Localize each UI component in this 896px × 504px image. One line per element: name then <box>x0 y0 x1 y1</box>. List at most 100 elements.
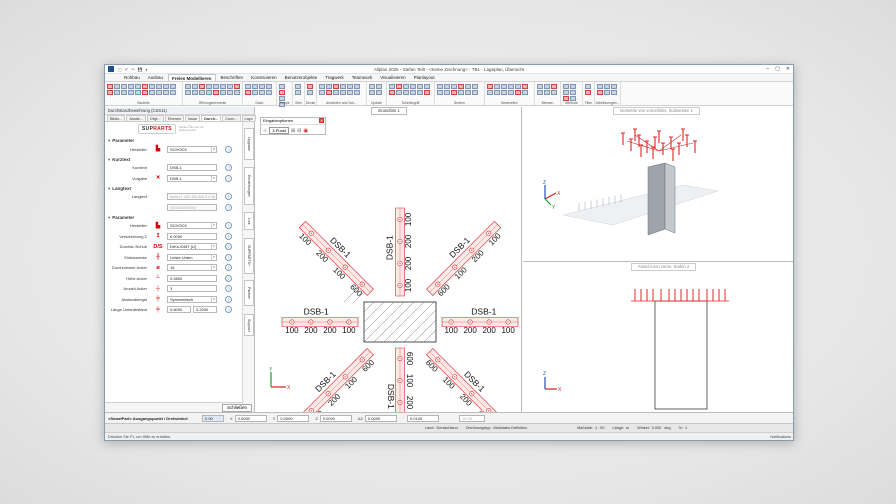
help-icon[interactable]: ? <box>225 193 232 201</box>
parameter-field[interactable]: 3 <box>167 285 217 293</box>
ribbon-tool-icon[interactable] <box>403 90 409 95</box>
collapse-caret-icon[interactable]: ▾ <box>108 215 110 220</box>
pct-value[interactable]: 1 <box>685 426 687 430</box>
ribbon-tool-icon[interactable] <box>156 84 162 89</box>
panel-tab[interactable]: Conn... <box>222 115 241 121</box>
parameter-field[interactable]: 16 ▾ <box>167 264 217 272</box>
parameter-field[interactable]: Bold (+ 100 3/4 8/0.0 0.0) <box>167 193 217 201</box>
dropdown-arrow-icon[interactable]: ▾ <box>211 244 216 250</box>
ribbon-tool-icon[interactable] <box>597 90 603 95</box>
reinforcement-rail[interactable]: 600100200100DSB-1 <box>424 348 501 412</box>
ribbon-tool-icon[interactable] <box>354 84 360 89</box>
close-window-button[interactable]: ✕ <box>786 66 790 72</box>
winkel-value[interactable]: 0.000 <box>652 426 662 430</box>
ribbon-tab[interactable]: Beschriften <box>218 74 247 81</box>
reinforcement-rail[interactable]: 600100200100DSB-1 <box>297 220 374 299</box>
ribbon-tool-icon[interactable] <box>522 84 528 89</box>
parameter-field[interactable]: 0.2800 <box>167 274 217 282</box>
parameter-field[interactable]: DSB-1 ▾ <box>167 174 217 182</box>
ribbon-tool-icon[interactable] <box>266 90 272 95</box>
ribbon-tool-icon[interactable] <box>234 90 240 95</box>
reinforcement-rail[interactable]: 600100200100DSB-1 <box>386 347 414 412</box>
help-icon[interactable]: ? <box>225 222 232 230</box>
maximize-button[interactable]: ▢ <box>775 66 780 72</box>
ribbon-tool-icon[interactable] <box>451 90 457 95</box>
parameter-field[interactable]: (100x200/100) <box>167 203 217 211</box>
ribbon-tool-icon[interactable] <box>259 90 265 95</box>
section-header[interactable]: ▾ Parameter <box>105 213 242 221</box>
ribbon-tool-icon[interactable] <box>163 90 169 95</box>
extra-input[interactable]: 0.0100 <box>406 414 439 422</box>
ribbon-tool-icon[interactable] <box>121 84 127 89</box>
panel-tab[interactable]: Ebenen <box>164 115 185 121</box>
panel-tab[interactable]: Biblio... <box>107 115 126 121</box>
ribbon-tool-icon[interactable] <box>234 84 240 89</box>
ribbon-tool-icon[interactable] <box>585 90 591 95</box>
ribbon-tool-icon[interactable] <box>135 84 141 89</box>
ribbon-tool-icon[interactable] <box>114 90 120 95</box>
minimize-button[interactable]: – <box>766 66 769 72</box>
collapse-caret-icon[interactable]: ▾ <box>108 186 110 191</box>
ribbon-tool-icon[interactable] <box>508 84 514 89</box>
ribbon-tool-icon[interactable] <box>494 90 500 95</box>
help-icon[interactable]: ? <box>225 145 232 153</box>
dropdown-arrow-icon[interactable]: ▾ <box>211 223 216 229</box>
section-header[interactable]: ▾ Langtext <box>105 184 242 192</box>
ribbon-tool-icon[interactable] <box>107 84 113 89</box>
ribbon-tool-icon[interactable] <box>458 90 464 95</box>
ribbon-tab[interactable]: Freies Modellieren <box>168 74 216 81</box>
reinforcement-rail[interactable]: 600100200100DSB-1 <box>299 348 377 412</box>
ribbon-tool-icon[interactable] <box>472 84 478 89</box>
ribbon-tool-icon[interactable] <box>376 84 382 89</box>
ribbon-tool-icon[interactable] <box>206 90 212 95</box>
dropdown-arrow-icon[interactable]: ▾ <box>211 146 216 152</box>
ribbon-tool-icon[interactable] <box>333 84 339 89</box>
ribbon-tool-icon[interactable] <box>227 90 233 95</box>
ribbon-tool-icon[interactable] <box>396 90 402 95</box>
ribbon-tool-icon[interactable] <box>206 84 212 89</box>
parameter-field[interactable]: 0.6000 <box>167 306 191 314</box>
notifications-button[interactable]: Notifications <box>770 433 791 440</box>
ribbon-tool-icon[interactable] <box>376 90 382 95</box>
ribbon-tool-icon[interactable] <box>465 90 471 95</box>
ribbon-tool-icon[interactable] <box>494 84 500 89</box>
plan-viewport[interactable]: Grundriss 1 Eingabeoptionen ✕ ⊹ 3-Punkt … <box>256 107 522 412</box>
ribbon-tool-icon[interactable] <box>451 84 457 89</box>
ribbon-tool-icon[interactable] <box>347 90 353 95</box>
dz-input[interactable]: 0.0000 <box>364 414 397 422</box>
ribbon-tool-icon[interactable] <box>508 90 514 95</box>
ribbon-tool-icon[interactable] <box>410 90 416 95</box>
ribbon-tab[interactable]: Planlayout <box>411 74 438 81</box>
ribbon-tool-icon[interactable] <box>501 84 507 89</box>
ribbon-tool-icon[interactable] <box>354 90 360 95</box>
reinforcement-rail[interactable]: 100 200 200 100 DSB-1 <box>281 306 359 335</box>
zeichnungstyp-value[interactable]: Maßstabs-Definition <box>493 426 527 430</box>
ribbon-tool-icon[interactable] <box>107 90 113 95</box>
ribbon-tool-icon[interactable] <box>245 84 251 89</box>
ribbon-tool-icon[interactable] <box>149 84 155 89</box>
ribbon-tool-icon[interactable] <box>170 84 176 89</box>
ribbon-tool-icon[interactable] <box>135 90 141 95</box>
angle-input[interactable]: 0.00 <box>202 414 224 422</box>
parameter-field[interactable]: Leiste Unten ▾ <box>167 253 217 261</box>
ribbon-tool-icon[interactable] <box>266 84 272 89</box>
side-tab[interactable]: Link <box>244 212 254 230</box>
ribbon-tool-icon[interactable] <box>307 90 313 95</box>
reinforcement-rail[interactable]: 600100200100DSB-1 <box>426 220 504 298</box>
ribbon-tab[interactable]: Benutzerobjekte <box>282 74 321 81</box>
ribbon-tool-icon[interactable] <box>604 90 610 95</box>
ribbon-tool-icon[interactable] <box>245 90 251 95</box>
help-icon[interactable]: ? <box>225 274 232 282</box>
ribbon-tool-icon[interactable] <box>369 84 375 89</box>
ribbon-tool-icon[interactable] <box>537 90 543 95</box>
supparts-logo[interactable]: SUPRARTS <box>138 124 176 134</box>
ribbon-tool-icon[interactable] <box>551 90 557 95</box>
parameter-field[interactable]: DrKs./DMT [U] ▾ <box>167 243 217 251</box>
laenge-value[interactable]: m <box>626 426 629 430</box>
ribbon-tool-icon[interactable] <box>259 84 265 89</box>
ribbon-tool-icon[interactable] <box>185 90 191 95</box>
ribbon-tool-icon[interactable] <box>192 84 198 89</box>
ribbon-tool-icon[interactable] <box>121 90 127 95</box>
side-tab[interactable]: Partner <box>244 280 254 306</box>
ribbon-tool-icon[interactable] <box>389 90 395 95</box>
